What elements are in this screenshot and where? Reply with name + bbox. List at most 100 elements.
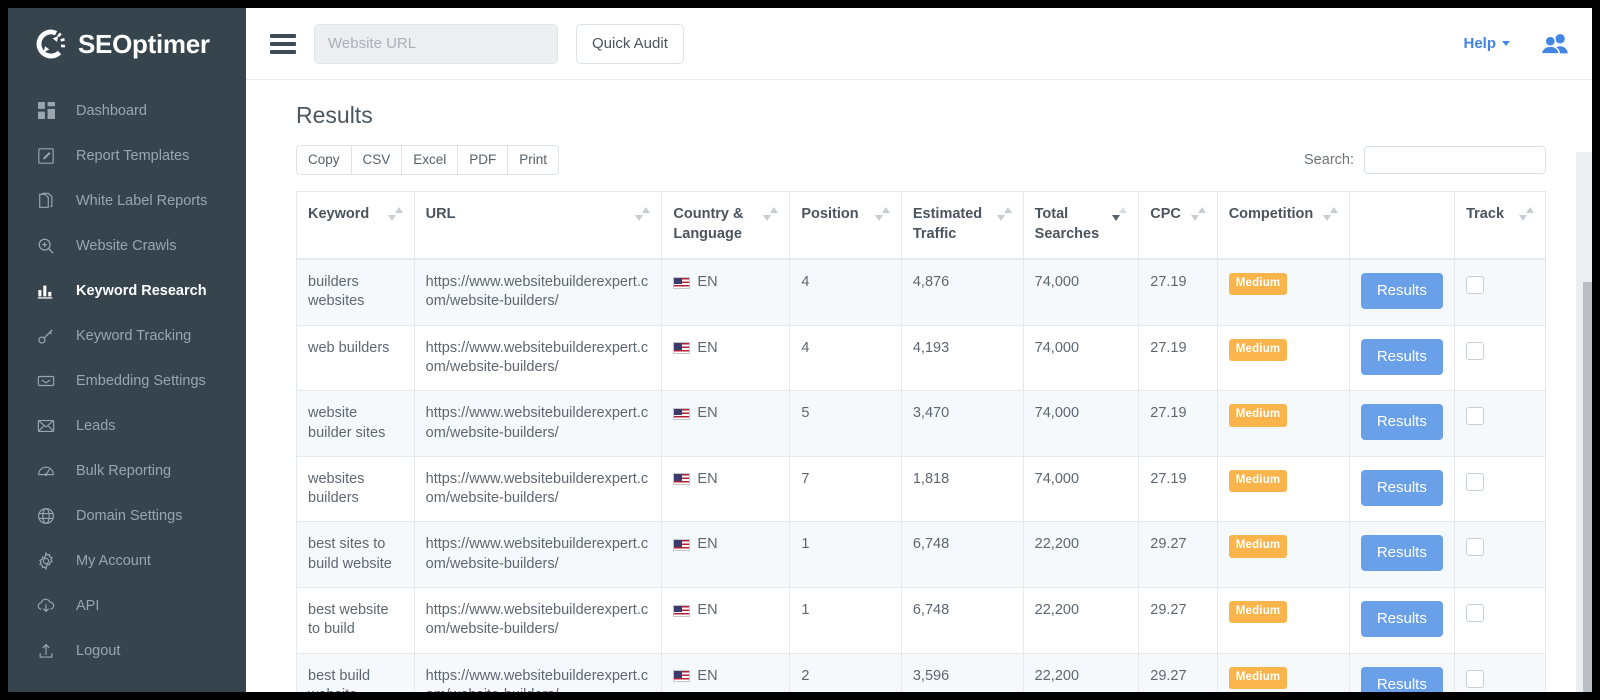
column-header-url[interactable]: URL xyxy=(414,192,662,260)
cell-estimated-traffic: 3,596 xyxy=(901,653,1023,692)
export-pdf-button[interactable]: PDF xyxy=(457,145,507,175)
sidebar-item-api[interactable]: API xyxy=(8,583,246,628)
column-header-total-searches[interactable]: Total Searches xyxy=(1023,192,1139,260)
seoptimer-logo-icon xyxy=(34,27,68,61)
cell-country-language: EN xyxy=(662,587,790,653)
language-code: EN xyxy=(697,339,717,358)
users-avatar-icon[interactable] xyxy=(1540,32,1570,56)
vertical-scrollbar[interactable] xyxy=(1576,152,1592,692)
column-header-country-language[interactable]: Country & Language xyxy=(662,192,790,260)
us-flag-icon xyxy=(673,539,690,551)
scrollbar-thumb[interactable] xyxy=(1583,282,1592,692)
chevron-down-icon xyxy=(1502,41,1510,46)
track-checkbox[interactable] xyxy=(1466,473,1484,491)
help-dropdown[interactable]: Help xyxy=(1463,35,1510,52)
sidebar-item-embedding-settings[interactable]: Embedding Settings xyxy=(8,358,246,403)
language-code: EN xyxy=(697,273,717,292)
cell-actions: Results xyxy=(1349,259,1454,325)
sidebar-item-report-templates[interactable]: Report Templates xyxy=(8,133,246,178)
cell-estimated-traffic: 4,193 xyxy=(901,325,1023,391)
embed-box-icon xyxy=(36,371,56,391)
cell-position: 4 xyxy=(790,325,901,391)
language-code: EN xyxy=(697,404,717,423)
cell-estimated-traffic: 4,876 xyxy=(901,259,1023,325)
row-results-button[interactable]: Results xyxy=(1361,273,1443,309)
sort-icon xyxy=(1191,206,1205,222)
row-results-button[interactable]: Results xyxy=(1361,339,1443,375)
brand-logo-area[interactable]: SEOptimer xyxy=(8,8,246,80)
cell-country-language: EN xyxy=(662,522,790,588)
cell-actions: Results xyxy=(1349,522,1454,588)
cloud-download-icon xyxy=(36,596,56,616)
keyword-results-table: Keyword URL Country & Language Position … xyxy=(296,191,1546,692)
table-body: builders websiteshttps://www.websitebuil… xyxy=(297,259,1546,692)
sidebar-item-my-account[interactable]: My Account xyxy=(8,538,246,583)
cell-cpc: 29.27 xyxy=(1139,522,1217,588)
content-area: Results Copy CSV Excel PDF Print Search: xyxy=(246,80,1592,692)
export-excel-button[interactable]: Excel xyxy=(401,145,457,175)
sidebar-item-website-crawls[interactable]: Website Crawls xyxy=(8,223,246,268)
cell-keyword: best build website xyxy=(297,653,415,692)
us-flag-icon xyxy=(673,473,690,485)
cell-track xyxy=(1455,325,1546,391)
cell-url: https://www.websitebuilderexpert.com/web… xyxy=(414,325,662,391)
language-code: EN xyxy=(697,470,717,489)
sidebar-item-leads[interactable]: Leads xyxy=(8,403,246,448)
cell-cpc: 27.19 xyxy=(1139,456,1217,522)
cell-position: 4 xyxy=(790,259,901,325)
export-print-button[interactable]: Print xyxy=(507,145,559,175)
cell-estimated-traffic: 3,470 xyxy=(901,391,1023,457)
track-checkbox[interactable] xyxy=(1466,538,1484,556)
column-header-keyword[interactable]: Keyword xyxy=(297,192,415,260)
cell-cpc: 27.19 xyxy=(1139,259,1217,325)
cell-keyword: best website to build xyxy=(297,587,415,653)
website-url-input[interactable] xyxy=(314,24,558,64)
column-header-cpc[interactable]: CPC xyxy=(1139,192,1217,260)
column-header-competition[interactable]: Competition xyxy=(1217,192,1349,260)
sort-icon xyxy=(388,206,402,222)
column-header-position[interactable]: Position xyxy=(790,192,901,260)
sidebar-item-keyword-research[interactable]: Keyword Research xyxy=(8,268,246,313)
cell-total-searches: 22,200 xyxy=(1023,522,1139,588)
cell-url: https://www.websitebuilderexpert.com/web… xyxy=(414,653,662,692)
table-row: best website to buildhttps://www.website… xyxy=(297,587,1546,653)
cell-competition: Medium xyxy=(1217,259,1349,325)
sidebar-item-logout[interactable]: Logout xyxy=(8,628,246,673)
track-checkbox[interactable] xyxy=(1466,276,1484,294)
row-results-button[interactable]: Results xyxy=(1361,601,1443,637)
search-input[interactable] xyxy=(1364,146,1546,174)
column-header-track[interactable]: Track xyxy=(1455,192,1546,260)
track-checkbox[interactable] xyxy=(1466,670,1484,688)
key-icon xyxy=(36,326,56,346)
track-checkbox[interactable] xyxy=(1466,407,1484,425)
track-checkbox[interactable] xyxy=(1466,342,1484,360)
export-copy-button[interactable]: Copy xyxy=(296,145,351,175)
cell-total-searches: 22,200 xyxy=(1023,587,1139,653)
cell-keyword: best sites to build website xyxy=(297,522,415,588)
row-results-button[interactable]: Results xyxy=(1361,667,1443,693)
row-results-button[interactable]: Results xyxy=(1361,404,1443,440)
cell-cpc: 27.19 xyxy=(1139,391,1217,457)
sidebar-item-keyword-tracking[interactable]: Keyword Tracking xyxy=(8,313,246,358)
cell-competition: Medium xyxy=(1217,325,1349,391)
cell-country-language: EN xyxy=(662,325,790,391)
table-toolbar: Copy CSV Excel PDF Print Search: xyxy=(296,145,1546,175)
us-flag-icon xyxy=(673,408,690,420)
sidebar-item-white-label-reports[interactable]: White Label Reports xyxy=(8,178,246,223)
sidebar-item-dashboard[interactable]: Dashboard xyxy=(8,88,246,133)
row-results-button[interactable]: Results xyxy=(1361,470,1443,506)
competition-badge: Medium xyxy=(1229,470,1288,492)
envelope-icon xyxy=(36,416,56,436)
track-checkbox[interactable] xyxy=(1466,604,1484,622)
hamburger-icon[interactable] xyxy=(270,34,296,54)
sort-icon xyxy=(875,206,889,222)
sidebar-item-domain-settings[interactable]: Domain Settings xyxy=(8,493,246,538)
cell-total-searches: 74,000 xyxy=(1023,325,1139,391)
sidebar-item-label: My Account xyxy=(76,553,151,569)
row-results-button[interactable]: Results xyxy=(1361,535,1443,571)
cell-keyword: web builders xyxy=(297,325,415,391)
column-header-estimated-traffic[interactable]: Estimated Traffic xyxy=(901,192,1023,260)
quick-audit-button[interactable]: Quick Audit xyxy=(576,24,684,64)
sidebar-item-bulk-reporting[interactable]: Bulk Reporting xyxy=(8,448,246,493)
export-csv-button[interactable]: CSV xyxy=(351,145,402,175)
